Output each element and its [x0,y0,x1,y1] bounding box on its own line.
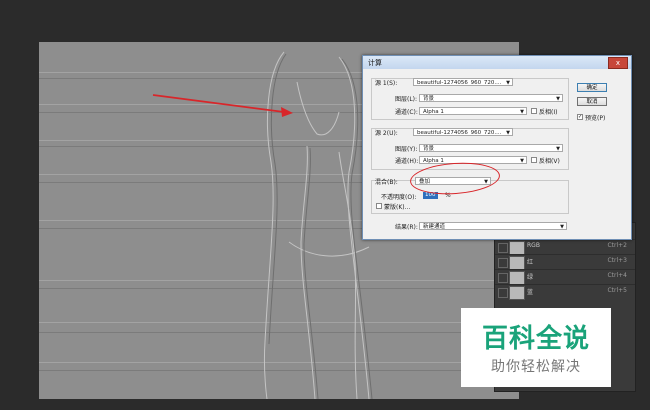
channel-row-red[interactable]: 红 Ctrl+3 [495,254,635,270]
source2-invert-checkbox[interactable] [531,157,537,163]
channel-name: 绿 [527,274,534,281]
source2-file-select[interactable]: beautiful-1274056_960_720.... ▼ [413,128,513,136]
chevron-down-icon: ▼ [520,158,524,164]
channel-thumbnail [509,271,525,285]
channel-row-blue[interactable]: 蓝 Ctrl+5 [495,284,635,300]
chevron-down-icon: ▼ [556,146,560,152]
channel-row-rgb[interactable]: RGB Ctrl+2 [495,239,635,255]
visibility-icon[interactable] [498,243,508,253]
ok-button[interactable]: 确定 [577,83,607,92]
channel-row-green[interactable]: 绿 Ctrl+4 [495,269,635,285]
source1-layer-select[interactable]: 背景 ▼ [419,94,563,102]
visibility-icon[interactable] [498,258,508,268]
mask-label[interactable]: 蒙版(K)... [384,202,410,211]
preview-checkbox[interactable]: ✓ [577,114,583,120]
source1-channel-label: 通道(C): [395,109,418,116]
mask-checkbox[interactable] [376,203,382,209]
cancel-button[interactable]: 取消 [577,97,607,106]
source1-channel-select[interactable]: Alpha 1 ▼ [419,107,527,115]
source1-invert-label: 反相(I) [539,109,558,116]
visibility-icon[interactable] [498,288,508,298]
chevron-down-icon: ▼ [556,96,560,102]
channel-shortcut: Ctrl+3 [607,257,627,264]
visibility-icon[interactable] [498,273,508,283]
watermark-logo: 百科全说 助你轻松解决 [461,308,611,387]
source2-label: 源 2(U): [375,130,398,137]
channel-name: RGB [527,242,540,249]
result-label: 结果(R): [395,224,418,231]
source1-invert-checkbox[interactable] [531,108,537,114]
chevron-down-icon: ▼ [506,80,510,86]
opacity-label: 不透明度(O): [381,194,417,201]
channel-thumbnail [509,256,525,270]
source2-channel-label: 通道(H): [395,158,419,165]
source2-layer-select[interactable]: 背景 ▼ [419,144,563,152]
source1-file-select[interactable]: beautiful-1274056_960_720.... ▼ [413,78,513,86]
source2-layer-label: 图层(Y): [395,146,418,153]
chevron-down-icon: ▼ [506,130,510,136]
chevron-down-icon: ▼ [560,224,564,230]
channel-shortcut: Ctrl+5 [607,287,627,294]
channel-name: 蓝 [527,289,534,296]
source2-invert-label: 反相(V) [539,158,560,165]
channel-shortcut: Ctrl+2 [607,242,627,249]
source1-layer-label: 图层(L): [395,96,418,103]
dialog-titlebar[interactable]: 计算 x [363,56,631,69]
watermark-subtitle: 助你轻松解决 [491,359,581,375]
source1-label: 源 1(S): [375,80,398,87]
channel-thumbnail [509,286,525,300]
channel-thumbnail [509,241,525,255]
preview-label: 预览(P) [585,115,606,122]
channel-shortcut: Ctrl+4 [607,272,627,279]
calculations-dialog: 计算 x 源 1(S): beautiful-1274056_960_720..… [362,55,632,240]
watermark-title: 百科全说 [481,324,590,354]
channel-name: 红 [527,259,534,266]
close-button[interactable]: x [608,57,628,69]
blending-label: 混合(B): [375,179,398,186]
dialog-title: 计算 [368,59,382,67]
chevron-down-icon: ▼ [520,109,524,115]
result-select[interactable]: 新建通道 ▼ [419,222,567,230]
